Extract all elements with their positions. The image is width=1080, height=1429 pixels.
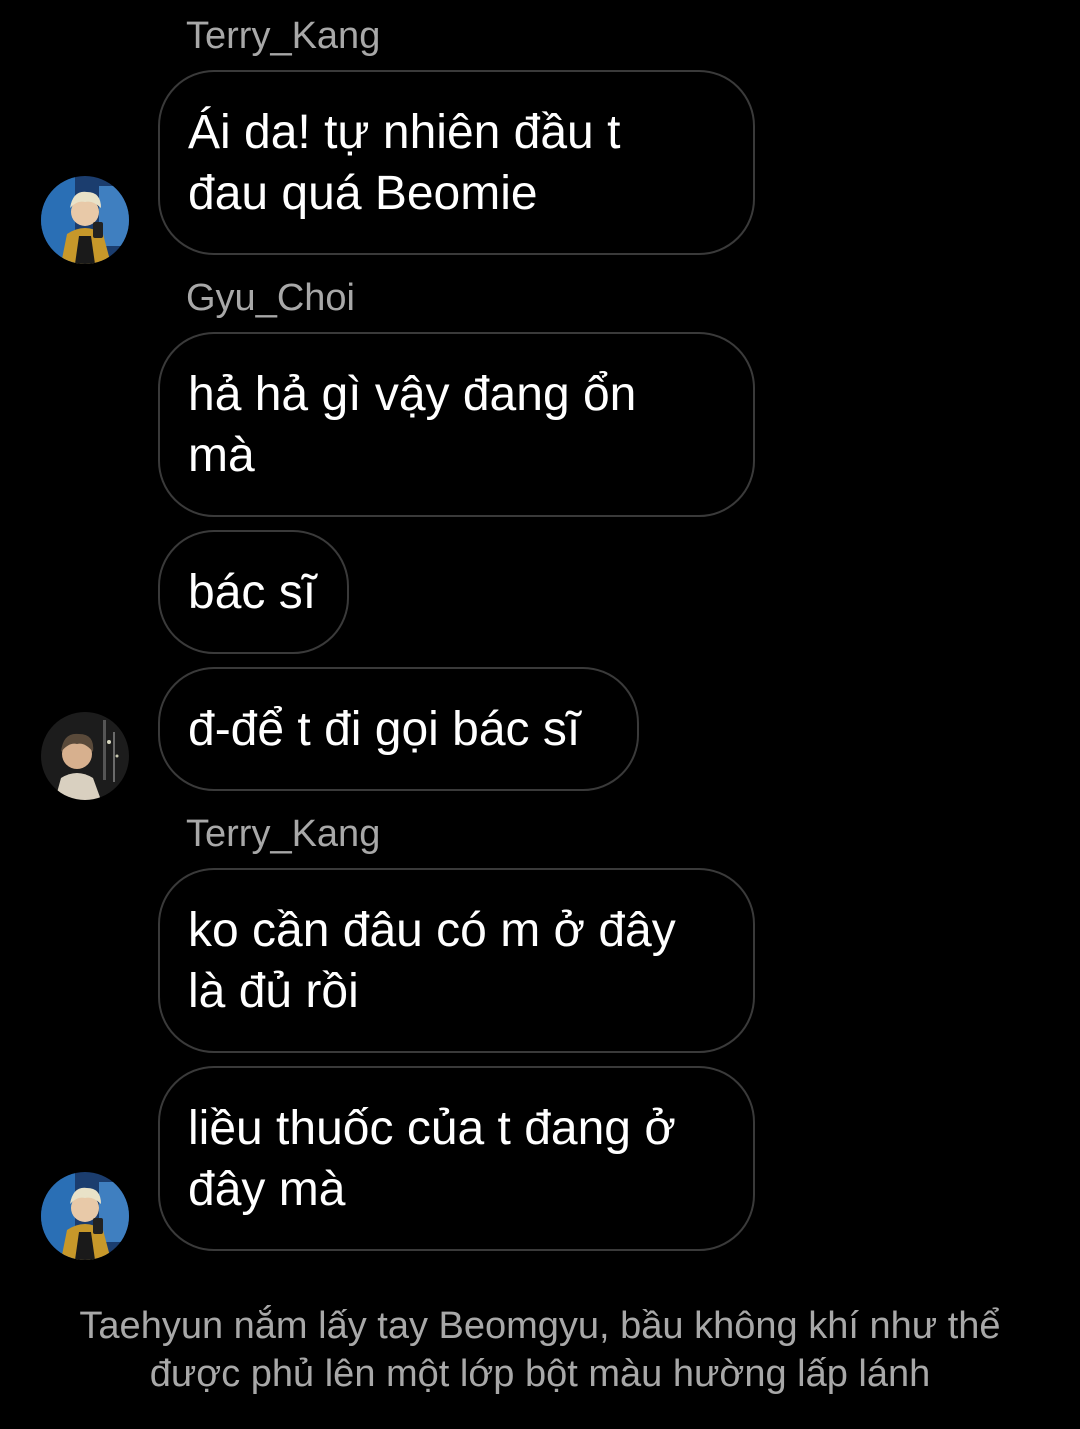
profile-photo-icon bbox=[41, 712, 129, 800]
sender-name-terry-kang: Terry_Kang bbox=[186, 813, 381, 855]
message-text: Ái da! tự nhiên đầu t đau quá Beomie bbox=[188, 105, 621, 220]
narration-text: Taehyun nắm lấy tay Beomgyu, bầu không k… bbox=[79, 1305, 1001, 1395]
avatar-gyu-choi[interactable] bbox=[41, 712, 129, 800]
message-text: hả hả gì vậy đang ổn mà bbox=[188, 367, 637, 482]
message-text: bác sĩ bbox=[188, 565, 317, 619]
message-bubble[interactable]: đ-để t đi gọi bác sĩ bbox=[158, 667, 639, 791]
message-bubble[interactable]: hả hả gì vậy đang ổn mà bbox=[158, 332, 755, 517]
message-bubble[interactable]: liều thuốc của t đang ở đây mà bbox=[158, 1066, 755, 1251]
sender-name-gyu-choi: Gyu_Choi bbox=[186, 277, 355, 319]
avatar-terry-kang[interactable] bbox=[41, 176, 129, 264]
message-text: đ-để t đi gọi bác sĩ bbox=[188, 702, 581, 756]
message-bubble[interactable]: bác sĩ bbox=[158, 530, 349, 654]
profile-photo-icon bbox=[41, 176, 129, 264]
message-text: liều thuốc của t đang ở đây mà bbox=[188, 1101, 676, 1216]
profile-photo-icon bbox=[41, 1172, 129, 1260]
message-bubble[interactable]: ko cần đâu có m ở đây là đủ rồi bbox=[158, 868, 755, 1053]
message-bubble[interactable]: Ái da! tự nhiên đầu t đau quá Beomie bbox=[158, 70, 755, 255]
message-text: ko cần đâu có m ở đây là đủ rồi bbox=[188, 903, 676, 1018]
avatar-terry-kang[interactable] bbox=[41, 1172, 129, 1260]
sender-name-terry-kang: Terry_Kang bbox=[186, 15, 381, 57]
